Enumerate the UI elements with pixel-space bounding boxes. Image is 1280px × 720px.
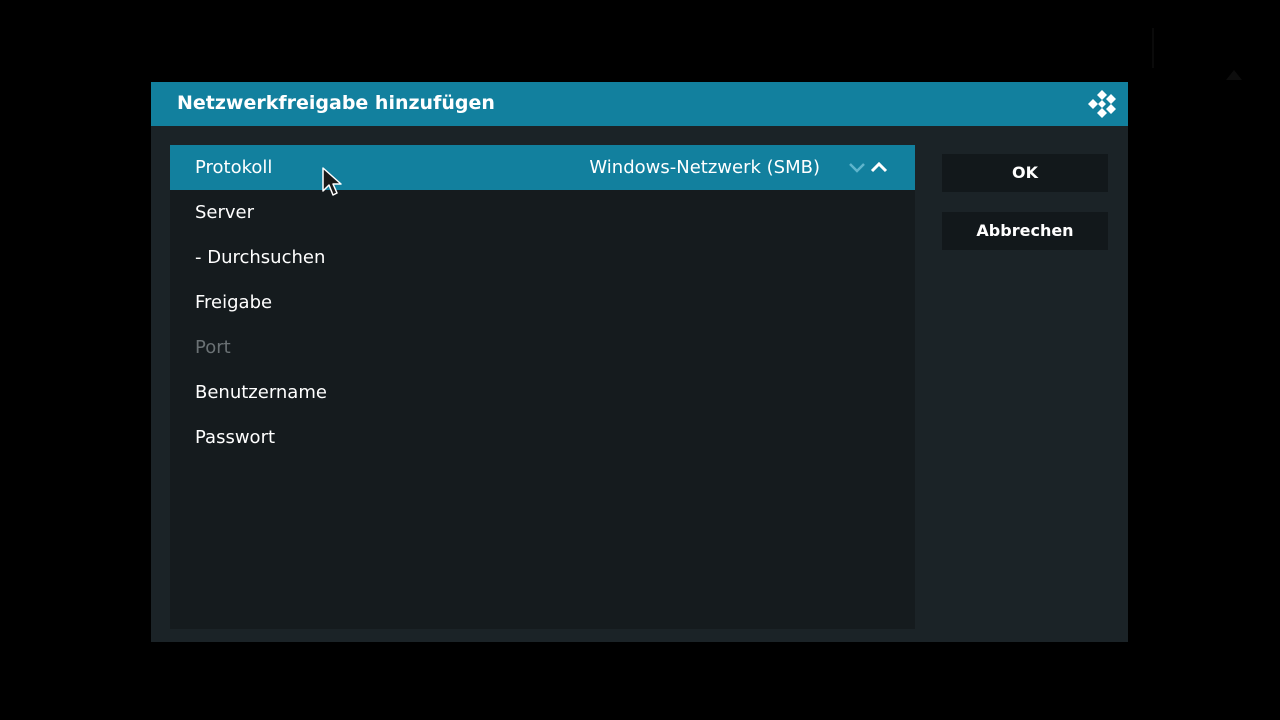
settings-list: Protokoll Windows-Netzwerk (SMB) Server … bbox=[170, 145, 915, 629]
dialog-header: Netzwerkfreigabe hinzufügen bbox=[151, 82, 1128, 126]
setting-label: Passwort bbox=[195, 427, 276, 448]
setting-row-passwort[interactable]: Passwort bbox=[170, 415, 915, 460]
setting-label: - Durchsuchen bbox=[195, 247, 326, 268]
setting-row-browse[interactable]: - Durchsuchen bbox=[170, 235, 915, 280]
setting-row-server[interactable]: Server bbox=[170, 190, 915, 235]
setting-label: Server bbox=[195, 202, 255, 223]
ok-button[interactable]: OK bbox=[942, 154, 1108, 192]
setting-row-protokoll[interactable]: Protokoll Windows-Netzwerk (SMB) bbox=[170, 145, 915, 190]
setting-label: Benutzername bbox=[195, 382, 327, 403]
screen: Netzwerkfreigabe hinzufügen Protokoll Wi… bbox=[0, 0, 1280, 720]
background-scroll-arrow bbox=[1226, 70, 1242, 80]
setting-label: Port bbox=[195, 337, 231, 358]
setting-value: Windows-Netzwerk (SMB) bbox=[589, 157, 820, 178]
cancel-button[interactable]: Abbrechen bbox=[942, 212, 1108, 250]
kodi-logo-icon bbox=[1088, 90, 1116, 118]
setting-label: Protokoll bbox=[195, 157, 273, 178]
setting-row-port: Port bbox=[170, 325, 915, 370]
add-network-share-dialog: Netzwerkfreigabe hinzufügen Protokoll Wi… bbox=[151, 82, 1128, 642]
setting-row-freigabe[interactable]: Freigabe bbox=[170, 280, 915, 325]
chevron-up-icon[interactable] bbox=[869, 160, 889, 174]
mouse-pointer-icon bbox=[322, 167, 342, 196]
chevron-down-icon[interactable] bbox=[847, 160, 867, 174]
dialog-title: Netzwerkfreigabe hinzufügen bbox=[177, 92, 495, 114]
background-clock-area bbox=[1152, 28, 1244, 68]
setting-row-benutzername[interactable]: Benutzername bbox=[170, 370, 915, 415]
setting-label: Freigabe bbox=[195, 292, 273, 313]
